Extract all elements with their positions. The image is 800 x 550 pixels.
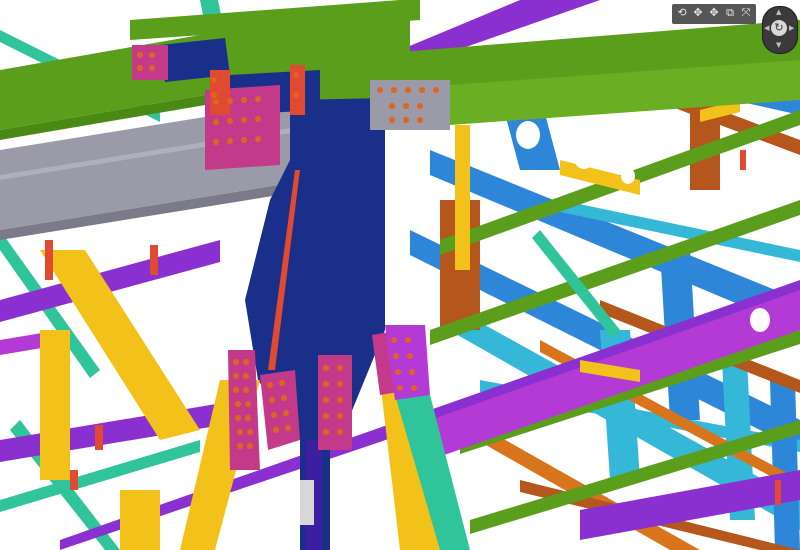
move-icon[interactable]: ✥ xyxy=(707,5,721,21)
navigation-wheel[interactable]: ▲ ▼ ◀ ▶ ↻ xyxy=(762,6,798,54)
nav-up-arrow-icon[interactable]: ▲ xyxy=(776,8,781,16)
navigation-wheel-icon[interactable]: ↻ xyxy=(771,20,787,36)
orbit-icon[interactable]: ⟲ xyxy=(675,5,689,21)
view-toolbar: ⟲ ✥ ✥ ⧉ ⤧ xyxy=(672,4,756,24)
nav-left-arrow-icon[interactable]: ◀ xyxy=(764,24,769,32)
pan-icon[interactable]: ✥ xyxy=(691,5,705,21)
3d-model-viewport[interactable]: ⟲ ✥ ✥ ⧉ ⤧ ▲ ▼ ◀ ▶ ↻ xyxy=(0,0,800,550)
nav-down-arrow-icon[interactable]: ▼ xyxy=(776,41,781,49)
nav-right-arrow-icon[interactable]: ▶ xyxy=(789,24,794,32)
zoom-window-icon[interactable]: ⧉ xyxy=(723,5,737,21)
fit-all-icon[interactable]: ⤧ xyxy=(739,5,753,21)
steel-structure-model[interactable] xyxy=(0,0,800,550)
